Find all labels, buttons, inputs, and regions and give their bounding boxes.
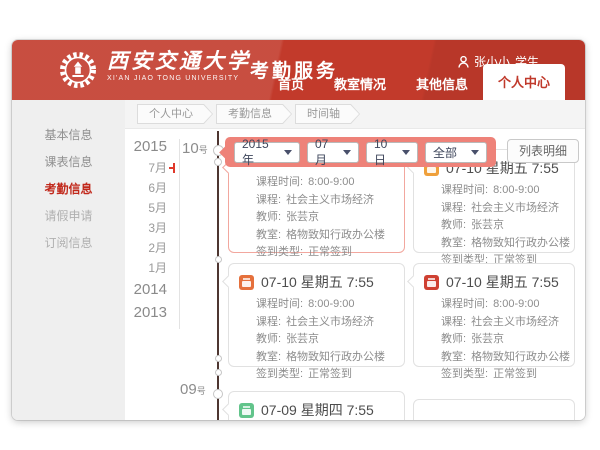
- breadcrumb-attendance-info[interactable]: 考勤信息: [216, 104, 292, 124]
- axis-month-6[interactable]: 6月: [129, 178, 175, 198]
- timeline-main: 2015 7月 6月 5月 3月 2月 1月 2014 2013: [125, 129, 585, 420]
- app-body: 基本信息 课表信息 考勤信息 请假申请 订阅信息 个人中心 考勤信息 时间轴 2…: [12, 100, 585, 420]
- axis-year-2014[interactable]: 2014: [129, 278, 175, 301]
- sidebar: 基本信息 课表信息 考勤信息 请假申请 订阅信息: [12, 100, 125, 420]
- timeline-node: [215, 355, 222, 362]
- university-name-cn: 西安交通大学: [107, 49, 251, 73]
- card-title: 07-09 星期四 7:55: [261, 400, 374, 420]
- axis-month-7[interactable]: 7月: [129, 158, 175, 178]
- axis-year-2015[interactable]: 2015: [129, 135, 175, 158]
- timeline-line: [217, 131, 219, 420]
- axis-month-2[interactable]: 2月: [129, 238, 175, 258]
- attendance-card[interactable]: [413, 399, 575, 420]
- breadcrumb: 个人中心 考勤信息 时间轴: [125, 100, 585, 129]
- university-name: 西安交通大学 XI'AN JIAO TONG UNIVERSITY: [107, 49, 251, 82]
- calendar-icon: [424, 275, 439, 290]
- app-header: 西安交通大学 XI'AN JIAO TONG UNIVERSITY 考勤服务 张…: [12, 40, 585, 100]
- sidebar-item-leave-request[interactable]: 请假申请: [12, 203, 125, 230]
- breadcrumb-timeline[interactable]: 时间轴: [295, 104, 360, 124]
- nav-personal-center[interactable]: 个人中心: [483, 64, 565, 100]
- card-title: 07-10 星期五 7:55: [261, 272, 374, 292]
- nav-other-info[interactable]: 其他信息: [401, 67, 483, 100]
- year-select[interactable]: 2015年: [234, 142, 300, 163]
- card-title: 07-10 星期五 7:55: [446, 272, 559, 292]
- chevron-down-icon: [402, 150, 410, 155]
- attendance-card[interactable]: 07-10 星期五 7:55 课程时间:8:00-9:00 课程:社会主义市场经…: [413, 263, 575, 367]
- day-label-09: 09号: [180, 381, 206, 399]
- timeline-node: [214, 158, 222, 166]
- day-label-10: 10号: [182, 140, 208, 158]
- chevron-down-icon: [471, 150, 479, 155]
- timeline-node: [213, 389, 223, 399]
- axis-year-2013[interactable]: 2013: [129, 301, 175, 324]
- screenshot-canvas: 西安交通大学 XI'AN JIAO TONG UNIVERSITY 考勤服务 张…: [0, 0, 600, 450]
- nav-classrooms[interactable]: 教室情况: [319, 67, 401, 100]
- date-filter-bubble: 2015年 07月 10日 全部: [225, 137, 496, 167]
- type-select[interactable]: 全部: [425, 142, 487, 163]
- university-name-en: XI'AN JIAO TONG UNIVERSITY: [107, 75, 251, 82]
- attendance-card[interactable]: 07-09 星期四 7:55: [228, 391, 405, 420]
- attendance-card[interactable]: 07-10 星期五 7:55 课程时间:8:00-9:00 课程:社会主义市场经…: [228, 263, 405, 367]
- content-area: 个人中心 考勤信息 时间轴 2015 7月 6月 5月 3月 2月 1月 201…: [125, 100, 585, 420]
- chevron-down-icon: [343, 150, 351, 155]
- sidebar-item-basic-info[interactable]: 基本信息: [12, 122, 125, 149]
- university-logo: [58, 50, 98, 90]
- sidebar-item-attendance-info[interactable]: 考勤信息: [12, 176, 125, 203]
- app-window: 西安交通大学 XI'AN JIAO TONG UNIVERSITY 考勤服务 张…: [12, 40, 585, 420]
- timeline-node: [215, 369, 222, 376]
- top-nav: 首页 教室情况 其他信息 个人中心: [263, 64, 565, 100]
- axis-month-1[interactable]: 1月: [129, 258, 175, 278]
- timeline-axis: 2015 7月 6月 5月 3月 2月 1月 2014 2013: [129, 135, 175, 324]
- axis-month-3[interactable]: 3月: [129, 218, 175, 238]
- axis-separator: [179, 139, 180, 329]
- sidebar-item-schedule-info[interactable]: 课表信息: [12, 149, 125, 176]
- timeline-node: [215, 256, 222, 263]
- chevron-down-icon: [284, 150, 292, 155]
- calendar-icon: [239, 275, 254, 290]
- nav-home[interactable]: 首页: [263, 67, 319, 100]
- breadcrumb-personal-center[interactable]: 个人中心: [137, 104, 213, 124]
- list-detail-button[interactable]: 列表明细: [507, 139, 579, 163]
- sidebar-item-subscription-info[interactable]: 订阅信息: [12, 230, 125, 257]
- gear-logo-icon: [58, 50, 98, 90]
- month-select[interactable]: 07月: [307, 142, 359, 163]
- axis-month-5[interactable]: 5月: [129, 198, 175, 218]
- calendar-icon: [239, 403, 254, 418]
- day-select[interactable]: 10日: [366, 142, 418, 163]
